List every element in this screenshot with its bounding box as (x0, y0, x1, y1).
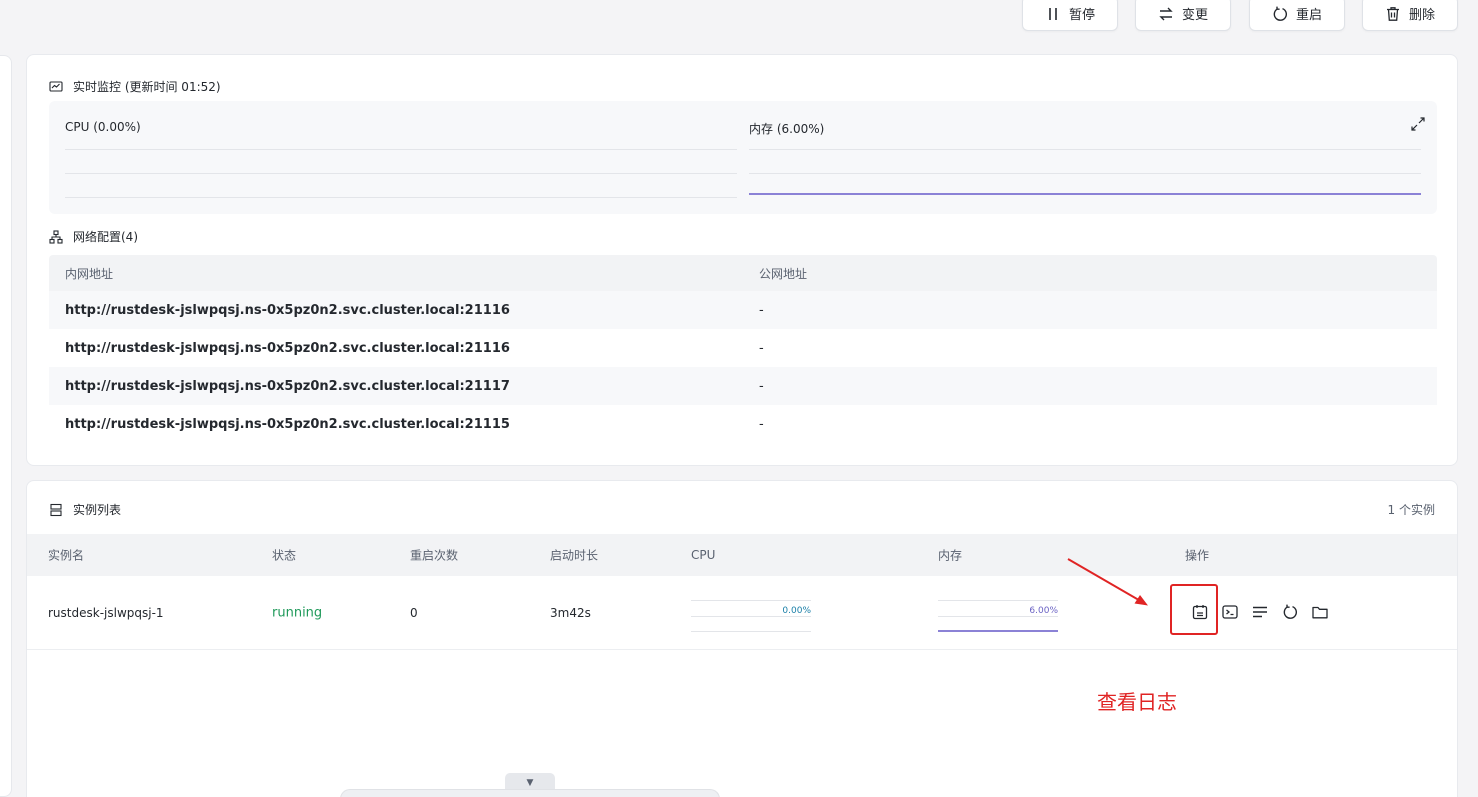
memory-label: 内存 (6.00%) (749, 122, 825, 136)
left-panel-edge (0, 55, 12, 797)
monitor-section-title: 实时监控 (更新时间 01:52) (49, 78, 221, 95)
pause-icon (1049, 7, 1057, 20)
delete-button[interactable]: 删除 (1362, 0, 1458, 31)
restart-label: 重启 (1295, 8, 1322, 23)
restart-count: 0 (410, 605, 418, 620)
swap-icon (1159, 7, 1173, 20)
col-ops-header: 操作 (1185, 548, 1210, 563)
public-address: - (759, 302, 764, 318)
cpu-value: 0.00% (782, 606, 811, 616)
pause-button[interactable]: 暂停 (1022, 0, 1118, 31)
table-row: http://rustdesk-jslwpqsj.ns-0x5pz0n2.svc… (49, 405, 1437, 443)
col-cpu-header: CPU (691, 548, 716, 562)
details-list-icon[interactable] (1251, 603, 1269, 621)
network-icon (49, 229, 63, 244)
cpu-mini-baseline (691, 631, 811, 632)
cpu-label: CPU (0.00%) (65, 120, 141, 134)
col-uptime-header: 启动时长 (550, 548, 599, 563)
trash-icon (1386, 6, 1399, 21)
terminal-icon[interactable] (1221, 603, 1239, 621)
table-row: rustdesk-jslwpqsj-1 running 0 3m42s 0.00… (27, 576, 1457, 650)
expand-icon[interactable] (1411, 117, 1425, 131)
table-row: http://rustdesk-jslwpqsj.ns-0x5pz0n2.svc… (49, 291, 1437, 329)
cpu-gridline (65, 197, 737, 198)
restart-icon (1273, 6, 1287, 21)
restart-button[interactable]: 重启 (1249, 0, 1345, 31)
uptime: 3m42s (550, 605, 591, 620)
instances-section-title: 实例列表 (49, 501, 121, 518)
internal-address: http://rustdesk-jslwpqsj.ns-0x5pz0n2.svc… (65, 416, 510, 432)
cpu-mini-gridline (691, 600, 811, 601)
network-section-title: 网络配置(4) (49, 228, 138, 245)
cpu-gridline (65, 149, 737, 150)
annotation-label: 查看日志 (1097, 690, 1177, 714)
monitor-network-card: 实时监控 (更新时间 01:52) CPU (0.00%) 内存 (6.00%)… (26, 54, 1458, 466)
network-table-header: 内网地址 公网地址 (49, 255, 1437, 291)
memory-mini-gridline (938, 600, 1058, 601)
monitor-panel: CPU (0.00%) 内存 (6.00%) (49, 101, 1437, 214)
chevron-down-icon: ▼ (526, 778, 534, 788)
table-row: http://rustdesk-jslwpqsj.ns-0x5pz0n2.svc… (49, 367, 1437, 405)
folder-icon[interactable] (1311, 603, 1329, 621)
instances-table-header: 实例名 状态 重启次数 启动时长 CPU 内存 操作 (27, 534, 1457, 576)
log-button-highlight (1170, 584, 1218, 635)
change-button[interactable]: 变更 (1135, 0, 1231, 31)
status-badge: running (272, 605, 323, 620)
public-address: - (759, 416, 764, 432)
col-memory-header: 内存 (938, 548, 963, 563)
memory-value: 6.00% (1029, 606, 1058, 616)
col-name-header: 实例名 (48, 548, 85, 563)
memory-mini-usage-line (938, 630, 1058, 632)
instances-title: 实例列表 (73, 503, 122, 517)
memory-usage-line (749, 193, 1421, 195)
memory-gridline (749, 173, 1421, 174)
network-table: 内网地址 公网地址 http://rustdesk-jslwpqsj.ns-0x… (49, 255, 1437, 443)
cpu-mini-chart: 0.00% (691, 596, 813, 632)
delete-label: 删除 (1408, 8, 1435, 23)
memory-mini-chart: 6.00% (938, 596, 1060, 632)
bottom-panel (340, 789, 720, 797)
cpu-gridline (65, 173, 737, 174)
public-address: - (759, 378, 764, 394)
col-restarts-header: 重启次数 (410, 548, 459, 563)
internal-address: http://rustdesk-jslwpqsj.ns-0x5pz0n2.svc… (65, 302, 510, 318)
instance-name: rustdesk-jslwpqsj-1 (48, 605, 164, 620)
network-title: 网络配置(4) (73, 230, 138, 244)
table-row: http://rustdesk-jslwpqsj.ns-0x5pz0n2.svc… (49, 329, 1437, 367)
internal-address-header: 内网地址 (65, 266, 114, 281)
change-label: 变更 (1181, 8, 1208, 23)
col-status-header: 状态 (272, 548, 297, 563)
monitor-icon (49, 80, 63, 92)
public-address-header: 公网地址 (759, 266, 808, 281)
instances-card: 实例列表 1 个实例 实例名 状态 重启次数 启动时长 CPU 内存 操作 ru… (26, 480, 1458, 797)
memory-gridline (749, 149, 1421, 150)
annotation-arrow (1067, 558, 1148, 606)
public-address: - (759, 340, 764, 356)
internal-address: http://rustdesk-jslwpqsj.ns-0x5pz0n2.svc… (65, 378, 510, 394)
instance-count: 1 个实例 (1387, 503, 1435, 517)
restart-instance-icon[interactable] (1281, 603, 1299, 621)
pause-label: 暂停 (1068, 8, 1095, 23)
server-icon (50, 503, 62, 516)
internal-address: http://rustdesk-jslwpqsj.ns-0x5pz0n2.svc… (65, 340, 510, 356)
monitor-title: 实时监控 (更新时间 01:52) (73, 80, 221, 94)
